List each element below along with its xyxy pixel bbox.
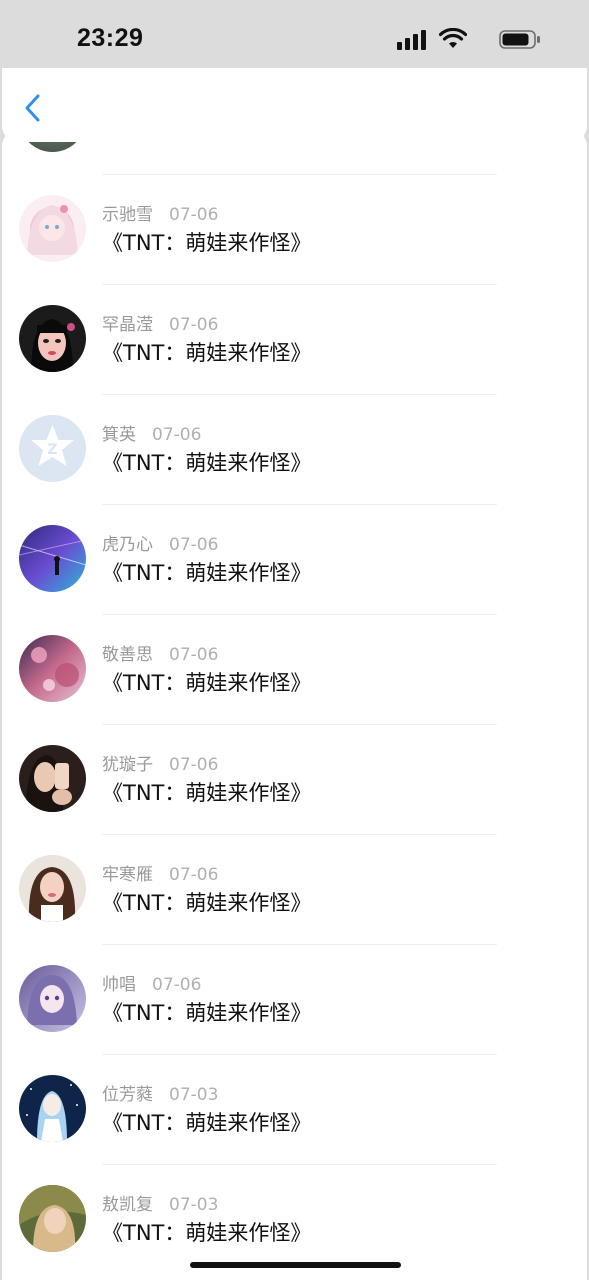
comment-meta: 位芳蕤 07-03 (102, 1080, 218, 1105)
comment-title: 《TNT：萌娃来作怪》 (102, 1001, 312, 1025)
comment-meta: 敬善思 07-06 (102, 640, 218, 665)
chevron-left-icon[interactable] (16, 90, 50, 126)
comment-title: 《TNT：萌娃来作怪》 (102, 891, 312, 915)
default-avatar-icon: Z (19, 415, 86, 482)
cellular-signal-icon (397, 28, 429, 50)
list-item[interactable]: 位芳蕤 07-03 《TNT：萌娃来作怪》 (2, 1055, 587, 1165)
comment-date: 07-06 (152, 975, 202, 995)
comment-title: 《TNT：萌娃来作怪》 (102, 231, 312, 255)
comment-date: 07-06 (169, 755, 219, 775)
list-item[interactable]: 示驰雪 07-06 《TNT：萌娃来作怪》 (2, 175, 587, 285)
avatar (19, 855, 86, 922)
comment-meta: 犹璇子 07-06 (102, 750, 218, 775)
battery-icon (499, 30, 540, 49)
comment-date: 07-06 (169, 865, 219, 885)
comment-date: 07-06 (169, 645, 219, 665)
svg-text:Z: Z (47, 442, 57, 458)
user-name[interactable]: 箕英 (102, 425, 136, 445)
status-bar: 23:29 (0, 0, 589, 68)
user-name[interactable]: 帅唱 (102, 975, 136, 995)
wifi-icon (439, 28, 467, 48)
comment-date: 07-06 (169, 315, 219, 335)
user-name[interactable]: 牢寒雁 (102, 865, 153, 885)
comment-meta: 敖凯复 07-03 (102, 1190, 218, 1215)
user-name[interactable]: 示驰雪 (102, 205, 153, 225)
avatar (19, 1185, 86, 1252)
avatar (19, 525, 86, 592)
list-item[interactable]: 牢寒雁 07-06 《TNT：萌娃来作怪》 (2, 835, 587, 945)
avatar (19, 305, 86, 372)
comment-date: 07-03 (169, 1085, 219, 1105)
avatar (19, 635, 86, 702)
comment-meta: 箕英 07-06 (102, 420, 201, 445)
list-item[interactable]: 帅唱 07-06 《TNT：萌娃来作怪》 (2, 945, 587, 1055)
list-item[interactable]: 犹璇子 07-06 《TNT：萌娃来作怪》 (2, 725, 587, 835)
comment-list: 示驰雪 07-06 《TNT：萌娃来作怪》 罕晶滢 07-06 《TNT：萌娃来作怪… (2, 130, 587, 1280)
home-indicator[interactable] (190, 1262, 401, 1268)
comment-date: 07-06 (169, 205, 219, 225)
comment-title: 《TNT：萌娃来作怪》 (102, 1111, 312, 1135)
nav-header (2, 68, 587, 142)
status-time: 23:29 (77, 24, 144, 52)
avatar (19, 965, 86, 1032)
avatar (19, 195, 86, 262)
avatar (19, 1075, 86, 1142)
comment-meta: 示驰雪 07-06 (102, 200, 218, 225)
comment-title: 《TNT：萌娃来作怪》 (102, 781, 312, 805)
user-name[interactable]: 敖凯复 (102, 1195, 153, 1215)
avatar (19, 745, 86, 812)
comment-meta: 虎乃心 07-06 (102, 530, 218, 555)
comment-title: 《TNT：萌娃来作怪》 (102, 341, 312, 365)
comment-title: 《TNT：萌娃来作怪》 (102, 671, 312, 695)
list-item[interactable]: 罕晶滢 07-06 《TNT：萌娃来作怪》 (2, 285, 587, 395)
list-item[interactable]: 敖凯复 07-03 《TNT：萌娃来作怪》 (2, 1165, 587, 1275)
user-name[interactable]: 犹璇子 (102, 755, 153, 775)
comment-title: 《TNT：萌娃来作怪》 (102, 1221, 312, 1245)
comment-meta: 牢寒雁 07-06 (102, 860, 218, 885)
user-name[interactable]: 罕晶滢 (102, 315, 153, 335)
list-item[interactable]: Z 箕英 07-06 《TNT：萌娃来作怪》 (2, 395, 587, 505)
comment-date: 07-06 (169, 535, 219, 555)
user-name[interactable]: 敬善思 (102, 645, 153, 665)
comment-title: 《TNT：萌娃来作怪》 (102, 561, 312, 585)
comment-date: 07-06 (152, 425, 202, 445)
user-name[interactable]: 虎乃心 (102, 535, 153, 555)
list-item[interactable]: 敬善思 07-06 《TNT：萌娃来作怪》 (2, 615, 587, 725)
comment-date: 07-03 (169, 1195, 219, 1215)
comment-meta: 罕晶滢 07-06 (102, 310, 218, 335)
comment-meta: 帅唱 07-06 (102, 970, 201, 995)
user-name[interactable]: 位芳蕤 (102, 1085, 153, 1105)
list-item[interactable]: 虎乃心 07-06 《TNT：萌娃来作怪》 (2, 505, 587, 615)
comment-title: 《TNT：萌娃来作怪》 (102, 451, 312, 475)
